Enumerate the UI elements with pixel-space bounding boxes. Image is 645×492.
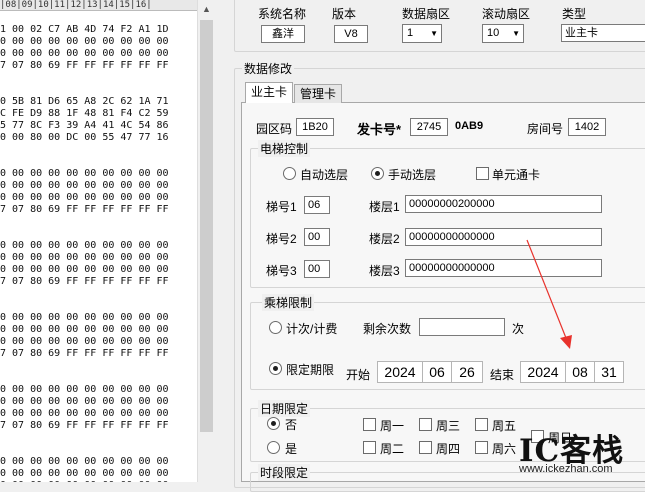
hex-row: 0 00 00 00 00 00 00 00 00 00 xyxy=(0,456,169,467)
scroll-up-arrow-icon[interactable]: ▲ xyxy=(199,2,214,17)
hex-row: 0 00 80 00 DC 00 55 47 77 16 xyxy=(0,132,169,143)
hex-row: 0 00 00 00 00 00 00 00 00 00 xyxy=(0,48,169,59)
hex-row: 0 00 00 00 00 00 00 00 00 00 xyxy=(0,312,169,323)
scroll-thumb[interactable] xyxy=(200,20,213,432)
hex-row: C FE D9 88 1F 48 81 F4 C2 59 xyxy=(0,108,169,119)
hex-row: 0 00 00 00 00 00 00 00 00 00 xyxy=(0,192,169,203)
ickezhan-url: www.ickezhan.com xyxy=(519,463,613,475)
hex-row: 0 00 00 00 00 00 00 00 00 00 xyxy=(0,180,169,191)
hex-row: 0 5B 81 D6 65 A8 2C 62 1A 71 xyxy=(0,96,169,107)
hex-row: 0 00 00 00 00 00 00 00 00 00 xyxy=(0,36,169,47)
hex-row: 0 00 00 00 00 00 00 00 00 00 xyxy=(0,168,169,179)
hex-row: 5 77 8C F3 39 A4 41 4C 54 86 xyxy=(0,120,169,131)
hex-row: 0 00 00 00 00 00 00 00 00 00 xyxy=(0,336,169,347)
hex-row: 0 00 00 00 00 00 00 00 00 00 xyxy=(0,468,169,479)
hex-dump-panel[interactable]: |08|09|10|11|12|13|14|15|16| 1 00 02 C7 … xyxy=(0,0,197,482)
hex-row: 0 00 00 00 00 00 00 00 00 00 xyxy=(0,408,169,419)
hex-row: 1 00 02 C7 AB 4D 74 F2 A1 1D xyxy=(0,24,169,35)
hex-column-header: |08|09|10|11|12|13|14|15|16| xyxy=(0,0,197,11)
hex-row: 7 07 80 69 FF FF FF FF FF FF xyxy=(0,276,169,287)
hex-row: 7 07 80 69 FF FF FF FF FF FF xyxy=(0,60,169,71)
hex-row: 7 07 80 69 FF FF FF FF FF FF xyxy=(0,348,169,359)
hex-row: 0 00 00 00 00 00 00 00 00 00 xyxy=(0,396,169,407)
hex-row: 0 00 00 00 00 00 00 00 00 00 xyxy=(0,264,169,275)
hex-row: 7 07 80 69 FF FF FF FF FF FF xyxy=(0,204,169,215)
annotation-arrow-icon xyxy=(526,239,572,349)
hex-row: 7 07 80 69 FF FF FF FF FF FF xyxy=(0,420,169,431)
hex-scrollbar[interactable]: ▲ xyxy=(197,0,215,482)
hex-row: 0 00 00 00 00 00 00 00 00 00 xyxy=(0,252,169,263)
hex-row: 0 00 00 00 00 00 00 00 00 00 xyxy=(0,384,169,395)
hex-row: 0 00 00 00 00 00 00 00 00 00 xyxy=(0,240,169,251)
hex-row: 0 00 00 00 00 00 00 00 00 00 xyxy=(0,324,169,335)
card-editor-panel: 系统名称 鑫洋 版本 V8 数据扇区 1 ▼ 滚动扇区 10 ▼ 类型 业主卡 … xyxy=(214,0,645,492)
